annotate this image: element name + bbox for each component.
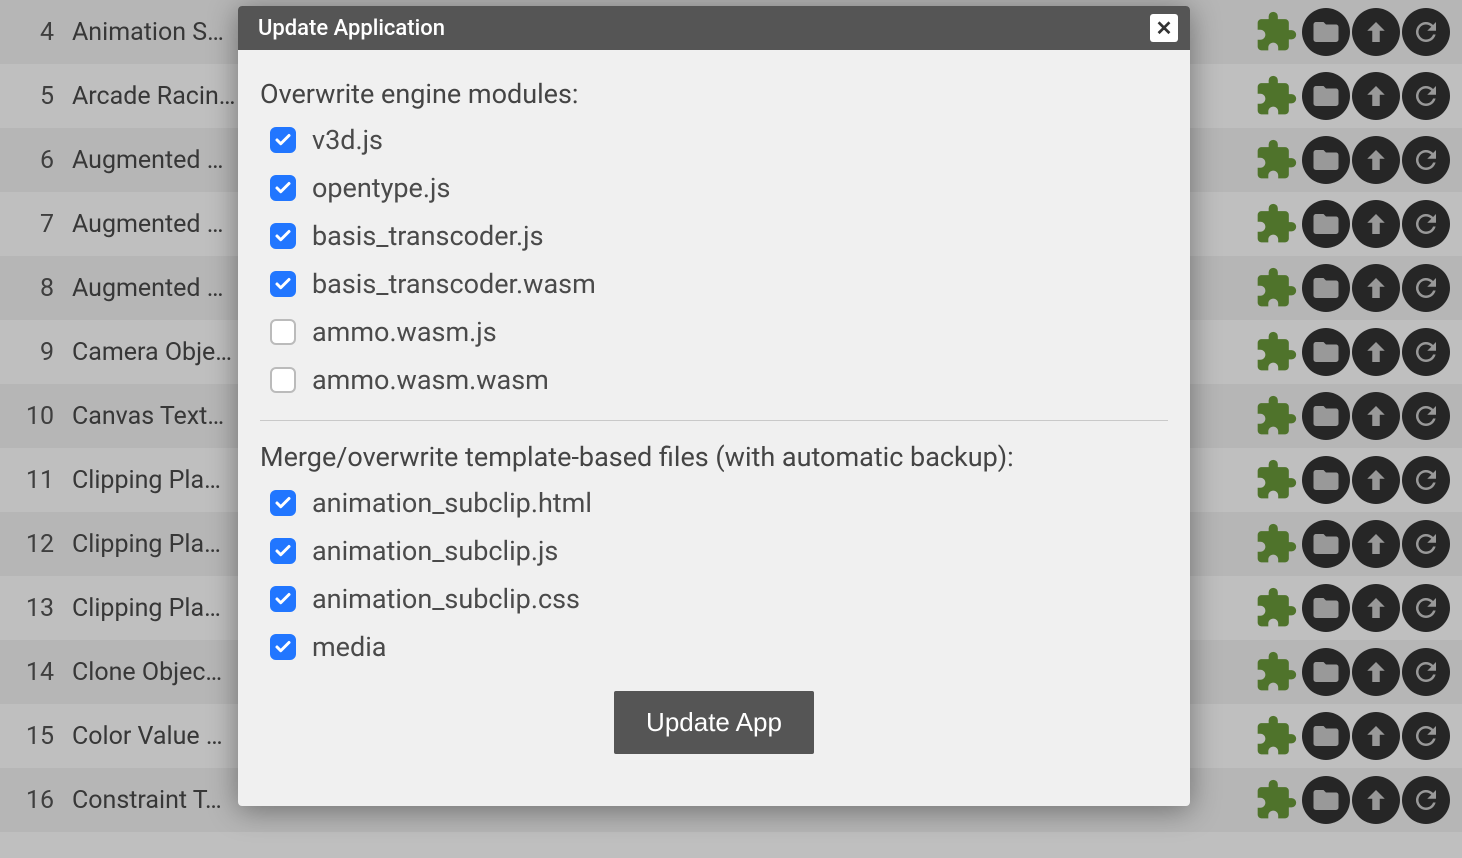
checkbox-label: media	[312, 631, 386, 663]
close-icon: ✕	[1156, 16, 1173, 40]
engine-module-item[interactable]: ammo.wasm.js	[270, 316, 1168, 348]
engine-module-item[interactable]: v3d.js	[270, 124, 1168, 156]
checkbox-label: opentype.js	[312, 172, 450, 204]
engine-module-item[interactable]: opentype.js	[270, 172, 1168, 204]
template-file-item[interactable]: animation_subclip.js	[270, 535, 1168, 567]
modal-title: Update Application	[258, 16, 445, 41]
engine-module-item[interactable]: ammo.wasm.wasm	[270, 364, 1168, 396]
engine-module-item[interactable]: basis_transcoder.wasm	[270, 268, 1168, 300]
checkbox[interactable]	[270, 127, 296, 153]
template-file-item[interactable]: media	[270, 631, 1168, 663]
checkbox-label: animation_subclip.html	[312, 487, 592, 519]
modal-body: Overwrite engine modules: v3d.js opentyp…	[238, 50, 1190, 806]
checkbox-label: basis_transcoder.wasm	[312, 268, 596, 300]
template-file-item[interactable]: animation_subclip.css	[270, 583, 1168, 615]
checkbox[interactable]	[270, 586, 296, 612]
template-files-heading: Merge/overwrite template-based files (wi…	[260, 441, 1168, 473]
checkbox[interactable]	[270, 319, 296, 345]
checkbox[interactable]	[270, 538, 296, 564]
template-file-item[interactable]: animation_subclip.html	[270, 487, 1168, 519]
update-application-modal: Update Application ✕ Overwrite engine mo…	[238, 6, 1190, 806]
engine-modules-list: v3d.js opentype.js basis_transcoder.js b…	[270, 124, 1168, 396]
engine-modules-heading: Overwrite engine modules:	[260, 78, 1168, 110]
checkbox-label: ammo.wasm.js	[312, 316, 497, 348]
checkbox-label: basis_transcoder.js	[312, 220, 544, 252]
checkbox[interactable]	[270, 223, 296, 249]
checkbox[interactable]	[270, 490, 296, 516]
checkbox[interactable]	[270, 271, 296, 297]
checkbox[interactable]	[270, 175, 296, 201]
template-files-list: animation_subclip.html animation_subclip…	[270, 487, 1168, 663]
divider	[260, 420, 1168, 421]
checkbox-label: animation_subclip.css	[312, 583, 580, 615]
modal-footer: Update App	[260, 687, 1168, 782]
close-button[interactable]: ✕	[1150, 14, 1178, 42]
checkbox[interactable]	[270, 367, 296, 393]
checkbox-label: ammo.wasm.wasm	[312, 364, 549, 396]
engine-module-item[interactable]: basis_transcoder.js	[270, 220, 1168, 252]
checkbox-label: v3d.js	[312, 124, 383, 156]
checkbox-label: animation_subclip.js	[312, 535, 558, 567]
modal-header: Update Application ✕	[238, 6, 1190, 50]
checkbox[interactable]	[270, 634, 296, 660]
update-app-button[interactable]: Update App	[614, 691, 814, 754]
